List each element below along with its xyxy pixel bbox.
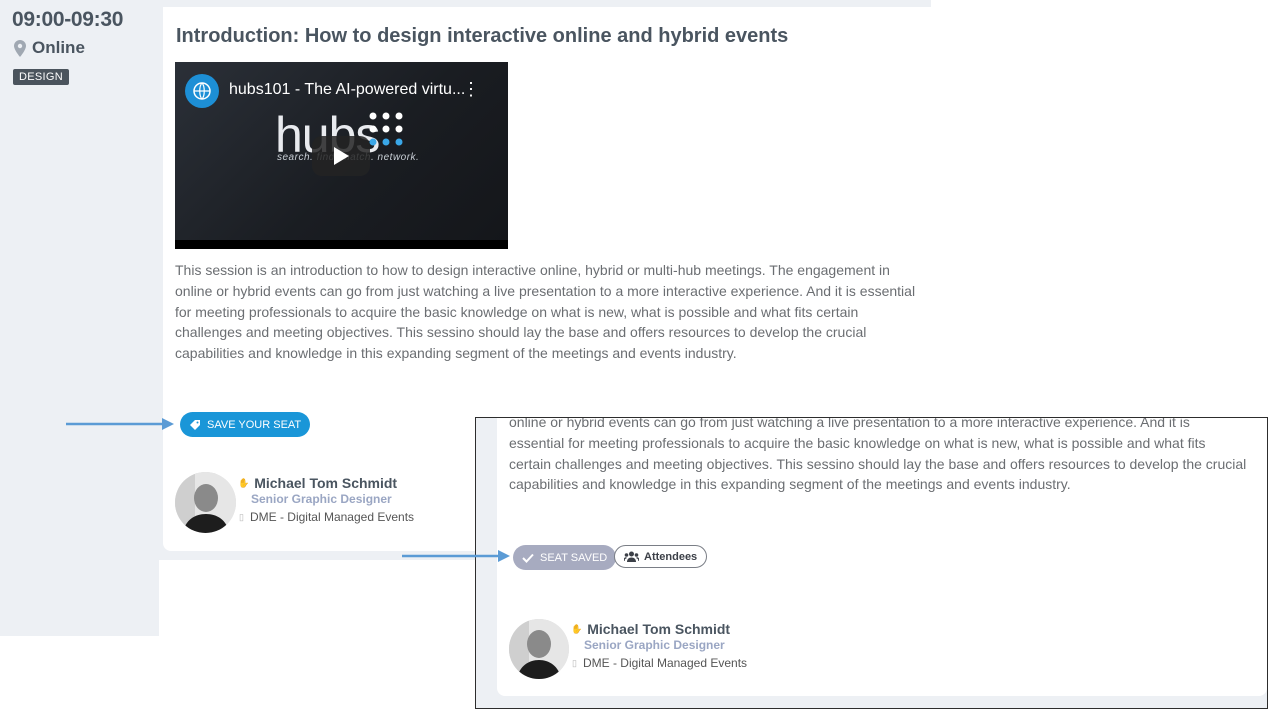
- inset-speaker-org-text: DME - Digital Managed Events: [582, 656, 748, 670]
- person-photo-icon: [175, 472, 236, 533]
- save-your-seat-button[interactable]: SAVE YOUR SEAT: [180, 412, 311, 437]
- annotation-arrow-icon: [402, 550, 510, 562]
- play-button[interactable]: [312, 136, 370, 176]
- play-icon: [334, 147, 349, 165]
- channel-avatar-icon[interactable]: [185, 74, 219, 108]
- save-your-seat-label: SAVE YOUR SEAT: [207, 418, 302, 431]
- seat-saved-inset: online or hybrid events can go from just…: [475, 417, 1268, 709]
- ticket-icon: [190, 419, 200, 430]
- session-location: Online: [14, 38, 85, 58]
- speaker-avatar[interactable]: [175, 472, 236, 533]
- video-title[interactable]: hubs101 - The AI-powered virtu...: [229, 81, 465, 99]
- schedule-sidebar: [0, 0, 159, 636]
- speaker-org: ▯ DME - Digital Managed Events: [239, 510, 414, 524]
- globe-icon: [193, 82, 211, 100]
- speaker-org-text: DME - Digital Managed Events: [249, 510, 415, 524]
- more-options-icon[interactable]: ⋮: [462, 80, 480, 98]
- map-pin-icon: [14, 39, 26, 57]
- location-label: Online: [32, 38, 85, 57]
- annotation-arrow-icon: [66, 418, 174, 430]
- session-title[interactable]: Introduction: How to design interactive …: [176, 25, 788, 48]
- inset-speaker-role: Senior Graphic Designer: [584, 638, 725, 652]
- building-icon: ▯: [572, 657, 577, 668]
- inset-speaker-name[interactable]: ✋ Michael Tom Schmidt: [571, 621, 730, 637]
- session-time: 09:00-09:30: [12, 8, 124, 31]
- speaker-role: Senior Graphic Designer: [251, 492, 392, 506]
- inset-speaker-name-text: Michael Tom Schmidt: [587, 621, 731, 637]
- session-tag[interactable]: DESIGN: [13, 69, 69, 85]
- speaker-hand-icon: ✋: [238, 477, 250, 488]
- inset-description: online or hybrid events can go from just…: [509, 417, 1247, 493]
- video-progress-bar: [175, 240, 508, 249]
- inset-speaker-org: ▯ DME - Digital Managed Events: [572, 656, 747, 670]
- attendees-label: Attendees: [644, 550, 698, 563]
- building-icon: ▯: [239, 511, 244, 522]
- hubs-logo-dots-icon: [369, 112, 403, 146]
- users-icon: [624, 551, 639, 562]
- session-description: This session is an introduction to how t…: [175, 262, 916, 362]
- person-photo-icon: [509, 619, 569, 679]
- inset-speaker-avatar[interactable]: [509, 619, 569, 679]
- seat-saved-label: SEAT SAVED: [540, 551, 608, 564]
- attendees-button[interactable]: Attendees: [614, 545, 708, 568]
- seat-saved-button[interactable]: SEAT SAVED: [513, 545, 617, 570]
- speaker-hand-icon: ✋: [571, 623, 583, 634]
- video-player[interactable]: hubs101 - The AI-powered virtu... ⋮ hubs…: [175, 62, 508, 249]
- speaker-name-text: Michael Tom Schmidt: [254, 475, 398, 491]
- check-icon: [522, 553, 534, 563]
- speaker-name[interactable]: ✋ Michael Tom Schmidt: [238, 475, 397, 491]
